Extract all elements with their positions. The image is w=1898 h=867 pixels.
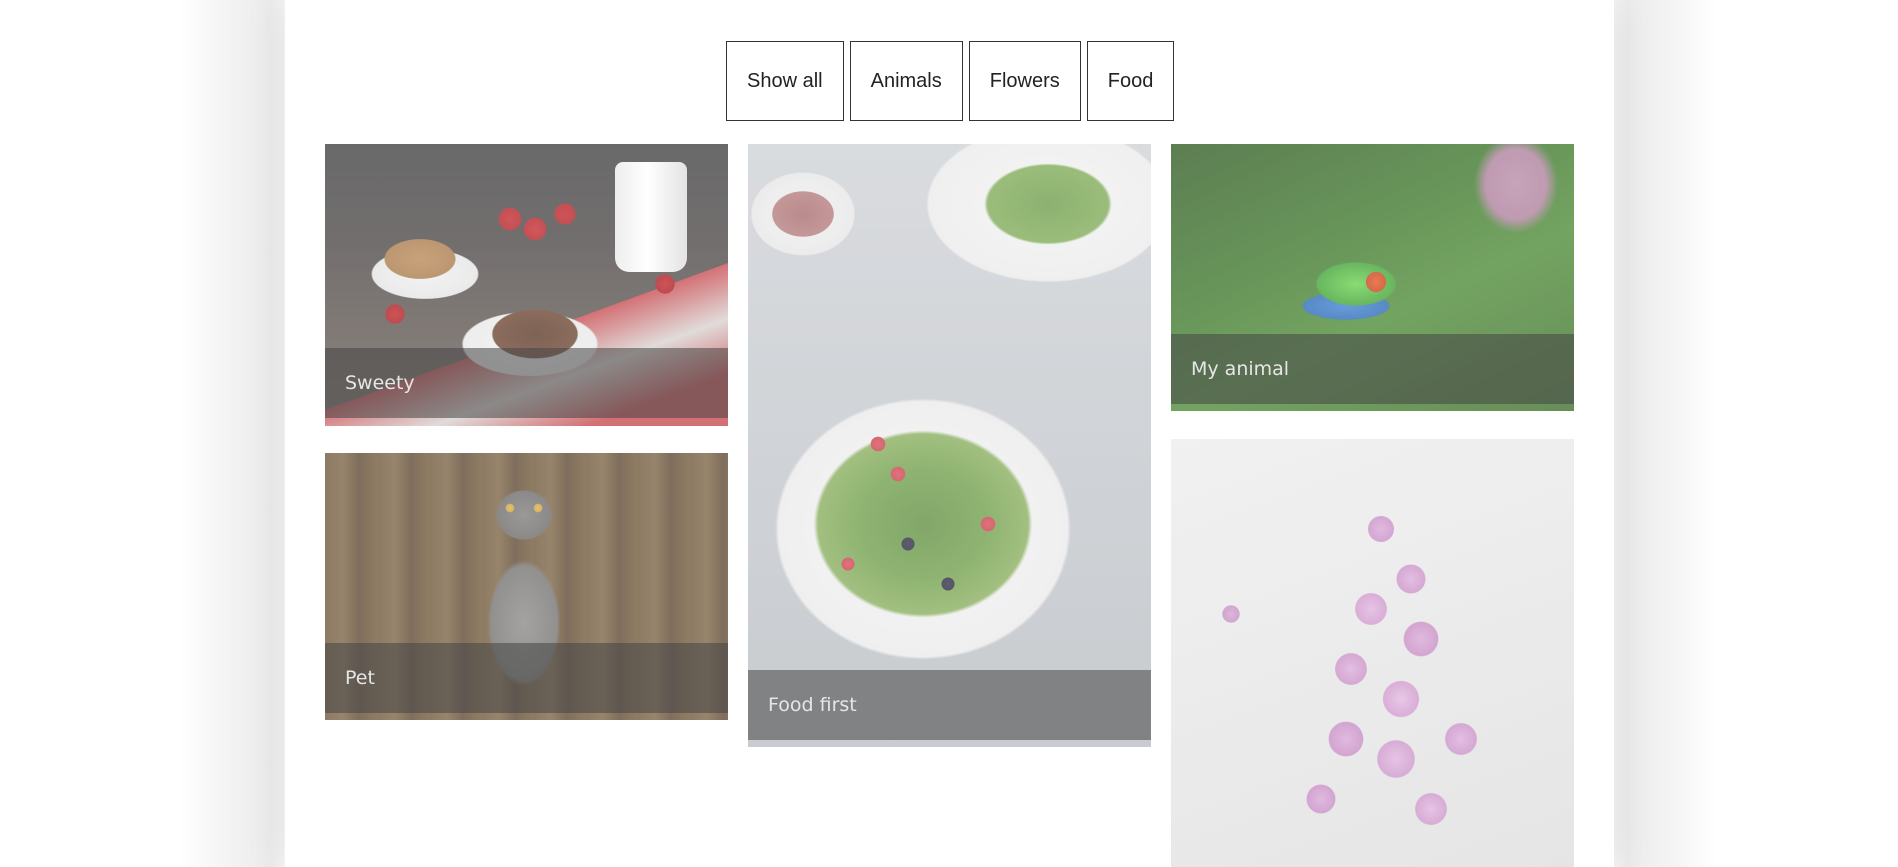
filter-show-all-button[interactable]: Show all (726, 41, 844, 121)
gallery-caption: Pet (325, 643, 728, 713)
filter-animals-button[interactable]: Animals (849, 41, 963, 121)
gallery-caption: Food first (748, 670, 1151, 740)
filter-food-button[interactable]: Food (1086, 41, 1175, 121)
image-overlay (1171, 439, 1574, 867)
filter-bar: Show all Animals Flowers Food (726, 41, 1175, 121)
filter-flowers-button[interactable]: Flowers (968, 41, 1081, 121)
gallery-caption: Sweety (325, 348, 728, 418)
gallery-item-lilac[interactable] (1171, 439, 1574, 867)
gallery-item-frog[interactable]: My animal (1171, 144, 1574, 411)
gallery-item-cat[interactable]: Pet (325, 453, 728, 720)
gallery-caption: My animal (1171, 334, 1574, 404)
gallery-item-pancakes[interactable]: Sweety (325, 144, 728, 426)
image-overlay (748, 144, 1151, 747)
gallery-item-salad[interactable]: Food first (748, 144, 1151, 747)
